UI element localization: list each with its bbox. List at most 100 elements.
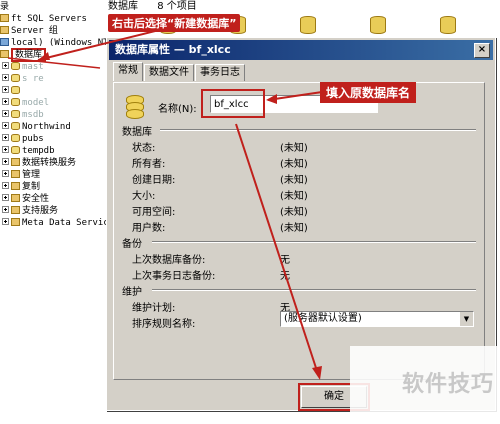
- tree-item-label: model: [22, 98, 50, 108]
- tree-item-label: 录: [0, 2, 10, 12]
- collation-value: (服务器默认设置): [284, 313, 362, 324]
- tab-data-files[interactable]: 数据文件: [144, 64, 194, 81]
- folder-icon: [0, 50, 9, 58]
- created-label: 创建日期:: [132, 175, 176, 186]
- last-log-backup-value: 无: [280, 271, 290, 282]
- expand-icon[interactable]: [2, 218, 9, 225]
- dialog-titlebar[interactable]: 数据库属性 — bf_xlcc ×: [109, 40, 493, 60]
- size-label: 大小:: [132, 191, 156, 202]
- dialog-title: 数据库属性 — bf_xlcc: [115, 43, 231, 56]
- free-space-value: (未知): [280, 207, 308, 218]
- tree-item-label: 支持服务: [22, 206, 59, 216]
- server-tree: 录 ft SQL Servers Server 组 local) (Windows N…: [0, 0, 108, 424]
- size-value: (未知): [280, 191, 308, 202]
- database-icon[interactable]: [300, 16, 316, 34]
- expand-icon[interactable]: [2, 74, 9, 81]
- list-count: 8 个项目: [157, 1, 197, 12]
- folder-icon: [11, 206, 20, 214]
- folder-icon: [0, 26, 9, 34]
- database-icon: [126, 95, 148, 121]
- tree-item-label: tempdb: [22, 146, 55, 156]
- folder-icon: [11, 170, 20, 178]
- annotation-enter-name: 填入原数据库名: [320, 82, 417, 103]
- owner-label: 所有者:: [132, 159, 166, 170]
- database-icon: [11, 110, 20, 118]
- name-label: 名称(N):: [158, 104, 197, 115]
- tree-item-label: ft SQL Servers: [11, 14, 87, 24]
- tree-item-label: 数据转换服务: [22, 158, 77, 168]
- tree-item[interactable]: msdb: [2, 109, 44, 121]
- tree-item[interactable]: 管理: [2, 169, 40, 181]
- group-divider: [152, 289, 476, 291]
- chevron-down-icon[interactable]: ▼: [459, 312, 473, 326]
- folder-icon: [11, 182, 20, 190]
- database-icon: [11, 146, 20, 154]
- list-title: 数据库: [108, 1, 138, 12]
- tree-item-label: mast: [22, 62, 44, 72]
- expand-icon[interactable]: [2, 110, 9, 117]
- folder-icon: [11, 194, 20, 202]
- tree-item[interactable]: Northwind: [2, 121, 71, 133]
- tree-item-label: Server 组: [11, 26, 58, 36]
- expand-icon[interactable]: [2, 134, 9, 141]
- watermark: 软件技巧: [350, 346, 500, 424]
- tree-item[interactable]: 安全性: [2, 193, 49, 205]
- last-db-backup-label: 上次数据库备份:: [132, 255, 206, 266]
- tree-item[interactable]: model: [2, 97, 49, 109]
- expand-icon[interactable]: [2, 146, 9, 153]
- folder-icon: [11, 218, 20, 226]
- expand-icon[interactable]: [2, 182, 9, 189]
- free-space-label: 可用空间:: [132, 207, 176, 218]
- tree-item-label: 管理: [22, 170, 41, 180]
- database-icon: [11, 122, 20, 130]
- group-title-maintenance: 维护: [122, 287, 142, 298]
- folder-icon: [0, 14, 9, 22]
- expand-icon[interactable]: [2, 98, 9, 105]
- tab-general[interactable]: 常规: [113, 62, 143, 81]
- expand-icon[interactable]: [2, 206, 9, 213]
- collation-select[interactable]: (服务器默认设置) ▼: [280, 311, 474, 327]
- tree-item[interactable]: Meta Data Services: [2, 217, 108, 229]
- tab-transaction-log[interactable]: 事务日志: [195, 64, 245, 81]
- tree-item[interactable]: Server 组: [0, 25, 58, 37]
- expand-icon[interactable]: [2, 158, 9, 165]
- database-icon[interactable]: [440, 16, 456, 34]
- tree-item-label: pubs: [22, 134, 44, 144]
- tree-item[interactable]: tempdb: [2, 145, 55, 157]
- tree-item[interactable]: 复制: [2, 181, 40, 193]
- annotation-right-click: 右击后选择“新建数据库”: [108, 14, 241, 32]
- expand-icon[interactable]: [2, 194, 9, 201]
- tree-item-label: Meta Data Services: [22, 218, 108, 228]
- tree-item-label: s re: [22, 74, 44, 84]
- group-title-database: 数据库: [122, 127, 152, 138]
- tree-item[interactable]: s re: [2, 73, 44, 85]
- last-db-backup-value: 无: [280, 255, 290, 266]
- dialog-tabs: 常规 数据文件 事务日志: [113, 62, 246, 82]
- tree-item[interactable]: pubs: [2, 133, 44, 145]
- close-button[interactable]: ×: [474, 43, 490, 58]
- name-highlight-box: [201, 89, 265, 118]
- last-log-backup-label: 上次事务日志备份:: [132, 271, 216, 282]
- database-icon: [11, 98, 20, 106]
- tree-item[interactable]: 支持服务: [2, 205, 58, 217]
- tree-item-label: 数据库: [11, 48, 47, 62]
- tree-item-label: msdb: [22, 110, 44, 120]
- expand-icon[interactable]: [2, 122, 9, 129]
- expand-icon[interactable]: [2, 86, 9, 93]
- folder-icon: [11, 158, 20, 166]
- tree-item[interactable]: mast: [2, 61, 44, 73]
- tree-item[interactable]: 数据转换服务: [2, 157, 76, 169]
- tree-item[interactable]: ft SQL Servers: [0, 13, 87, 25]
- expand-icon[interactable]: [2, 170, 9, 177]
- users-value: (未知): [280, 223, 308, 234]
- tree-item[interactable]: 数据库: [0, 48, 47, 62]
- tree-item[interactable]: 录: [0, 1, 9, 13]
- tree-item-label: 复制: [22, 182, 41, 192]
- owner-value: (未知): [280, 159, 308, 170]
- database-icon[interactable]: [370, 16, 386, 34]
- users-label: 用户数:: [132, 223, 166, 234]
- expand-icon[interactable]: [2, 62, 9, 69]
- general-tab-panel: 名称(N): 数据库 状态: (未知) 所有者: (未知) 创建日期: (未知)…: [113, 82, 485, 380]
- group-title-backup: 备份: [122, 239, 142, 250]
- tree-item[interactable]: [2, 85, 22, 97]
